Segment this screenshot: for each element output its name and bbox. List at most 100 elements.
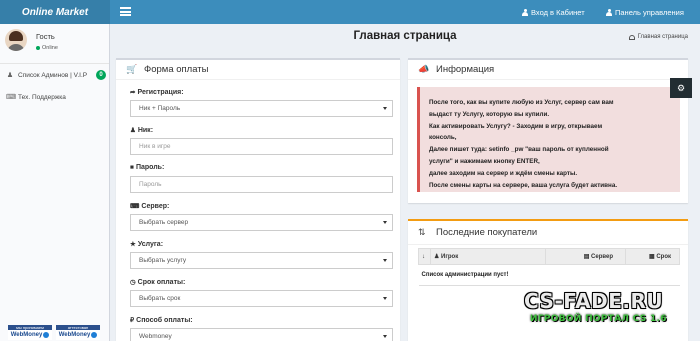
webmoney-badge-brand: WebMoney xyxy=(10,332,43,338)
info-alert: После того, как вы купите любую из Услуг… xyxy=(417,87,680,192)
count-badge: 0 xyxy=(96,70,106,80)
info-line: услуги" и нажимаем кнопку ENTER, xyxy=(429,157,540,165)
user-icon xyxy=(522,8,528,16)
registration-label-text: Регистрация: xyxy=(137,88,184,96)
table-header-row: ↓ ♟ Игрок ▤ Сервер ▦ Срок xyxy=(418,248,680,265)
registration-select[interactable]: Ник + Пароль xyxy=(130,100,393,117)
sidebar-item-admins[interactable]: ♟ Список Админов | V.I.P 0 xyxy=(0,64,109,86)
online-dot-icon xyxy=(36,46,40,50)
user-status-label: Online xyxy=(42,45,58,51)
nick-placeholder: Ник в игре xyxy=(139,143,171,150)
avatar xyxy=(5,29,27,51)
password-label: ■ Пароль: xyxy=(130,164,164,171)
sidebar-item-support[interactable]: ⌨ Тех. Поддержка xyxy=(0,86,109,108)
info-line: Как активировать Услугу? - Заходим в игр… xyxy=(429,122,603,130)
top-navbar: Вход в Кабинет Панель управления xyxy=(110,0,700,24)
password-input[interactable]: Пароль xyxy=(130,176,393,193)
info-line: После смены карты на сервере, ваша услуг… xyxy=(429,181,618,189)
app-logo[interactable]: Online Market xyxy=(0,0,110,24)
bullhorn-icon: 📣 xyxy=(418,64,430,74)
sidebar-toggle-icon[interactable] xyxy=(120,6,131,17)
user-icon: ♟ xyxy=(6,72,14,79)
payment-form-box: 🛒 Форма оплаты ➦ Регистрация: Ник + Парол… xyxy=(116,58,400,341)
nick-label-text: Ник: xyxy=(137,126,154,134)
payment-form-header: 🛒 Форма оплаты xyxy=(116,60,400,80)
login-label: Вход в Кабинет xyxy=(531,7,585,17)
control-panel-link[interactable]: Панель управления xyxy=(606,0,684,24)
info-line: выдаст ту Услугу, которую вы купили. xyxy=(429,110,550,118)
term-select[interactable]: Выбрать срок xyxy=(130,290,393,307)
server-value: Выбрать сервер xyxy=(139,219,189,226)
recent-buyers-table: ↓ ♟ Игрок ▤ Сервер ▦ Срок Список админис… xyxy=(418,248,680,286)
sidebar: Гость Online ♟ Список Админов | V.I.P 0 … xyxy=(0,24,110,341)
recent-buyers-header: ⇅ Последние покупатели xyxy=(408,221,688,245)
term-value: Выбрать срок xyxy=(139,295,181,302)
keyboard-icon: ⌨ xyxy=(130,203,140,210)
column-header-label: Сервер xyxy=(591,254,613,260)
control-panel-label: Панель управления xyxy=(615,7,684,17)
payment-form-title: Форма оплаты xyxy=(144,64,209,75)
term-label: ◷ Срок оплаты: xyxy=(130,278,186,287)
server-label-text: Сервер: xyxy=(141,202,170,210)
info-title: Информация xyxy=(436,64,495,75)
info-line: консоль, xyxy=(429,134,457,142)
user-status: Online xyxy=(36,45,58,51)
webmoney-badge-brand: WebMoney xyxy=(58,332,91,338)
info-line: Далее пишет туда: setinfo _pw "ваш парол… xyxy=(429,146,609,154)
site-watermark: CS-FADE.RU ИГРОВОЙ ПОРТАЛ CS 1.6 xyxy=(520,289,700,334)
sidebar-item-label: Список Админов | V.I.P xyxy=(18,71,88,79)
registration-value: Ник + Пароль xyxy=(139,105,181,112)
support-icon: ⌨ xyxy=(6,94,17,101)
user-icon: ♟ xyxy=(434,254,442,260)
service-value: Выбрать услугу xyxy=(139,257,187,264)
webmoney-accept-badge[interactable]: мы принимаем WebMoney xyxy=(8,325,52,340)
service-select[interactable]: Выбрать услугу xyxy=(130,252,393,269)
cart-icon: 🛒 xyxy=(126,64,138,74)
server-label: ⌨ Сервер: xyxy=(130,202,170,211)
breadcrumb-label: Главная страница xyxy=(637,34,688,40)
login-link[interactable]: Вход в Кабинет xyxy=(522,0,585,24)
sort-column-header[interactable]: ↓ xyxy=(418,248,431,265)
content-header: Главная страница Главная страница xyxy=(110,24,700,50)
page-title: Главная страница xyxy=(353,30,457,42)
caret-down-icon xyxy=(383,259,387,262)
column-header-label: Срок xyxy=(656,254,671,260)
registration-label: ➦ Регистрация: xyxy=(130,88,184,97)
caret-down-icon xyxy=(383,107,387,110)
server-icon: ▤ xyxy=(583,254,592,260)
lock-icon: ■ xyxy=(130,164,134,171)
recent-buyers-title: Последние покупатели xyxy=(436,227,538,238)
caret-down-icon xyxy=(383,335,387,338)
clock-icon: ◷ xyxy=(130,279,136,286)
sidebar-item-label: Тех. Поддержка xyxy=(18,93,66,101)
info-header: 📣 Информация xyxy=(408,60,688,80)
server-select[interactable]: Выбрать сервер xyxy=(130,214,393,231)
info-line: После того, как вы купите любую из Услуг… xyxy=(429,99,614,106)
nick-input[interactable]: Ник в игре xyxy=(130,138,393,155)
column-header-term[interactable]: ▦ Срок xyxy=(625,248,680,265)
payment-method-value: Webmoney xyxy=(139,333,172,340)
service-label: ★ Услуга: xyxy=(130,240,164,249)
term-label-text: Срок оплаты: xyxy=(137,278,186,286)
sort-amount-icon: ⇅ xyxy=(418,227,426,237)
nick-label: ♟ Ник: xyxy=(130,126,154,135)
user-icon: ♟ xyxy=(130,127,136,134)
info-line: далее заходим на сервер и ждём смены кар… xyxy=(429,169,578,177)
info-alert-text: После того, как вы купите любую из Услуг… xyxy=(420,87,680,191)
dashboard-icon xyxy=(628,34,635,40)
watermark-sub: ИГРОВОЙ ПОРТАЛ CS 1.6 xyxy=(530,314,667,324)
ruble-icon: ₽ xyxy=(130,317,135,324)
star-icon: ★ xyxy=(130,241,136,248)
column-header-label: Игрок xyxy=(441,254,459,260)
payment-method-label-text: Способ оплаты: xyxy=(136,316,193,324)
watermark-main: CS-FADE.RU xyxy=(524,289,664,313)
user-panel: Гость Online xyxy=(0,24,109,64)
settings-gear-icon[interactable]: ⚙ xyxy=(670,78,692,98)
service-label-text: Услуга: xyxy=(137,240,164,248)
column-header-server[interactable]: ▤ Сервер xyxy=(545,248,626,265)
breadcrumb[interactable]: Главная страница xyxy=(628,34,688,40)
webmoney-attested-badge[interactable]: аттестован WebMoney xyxy=(56,325,100,340)
share-icon: ➦ xyxy=(130,89,136,96)
column-header-player[interactable]: ♟ Игрок xyxy=(430,248,546,265)
payment-method-select[interactable]: Webmoney xyxy=(130,328,393,341)
